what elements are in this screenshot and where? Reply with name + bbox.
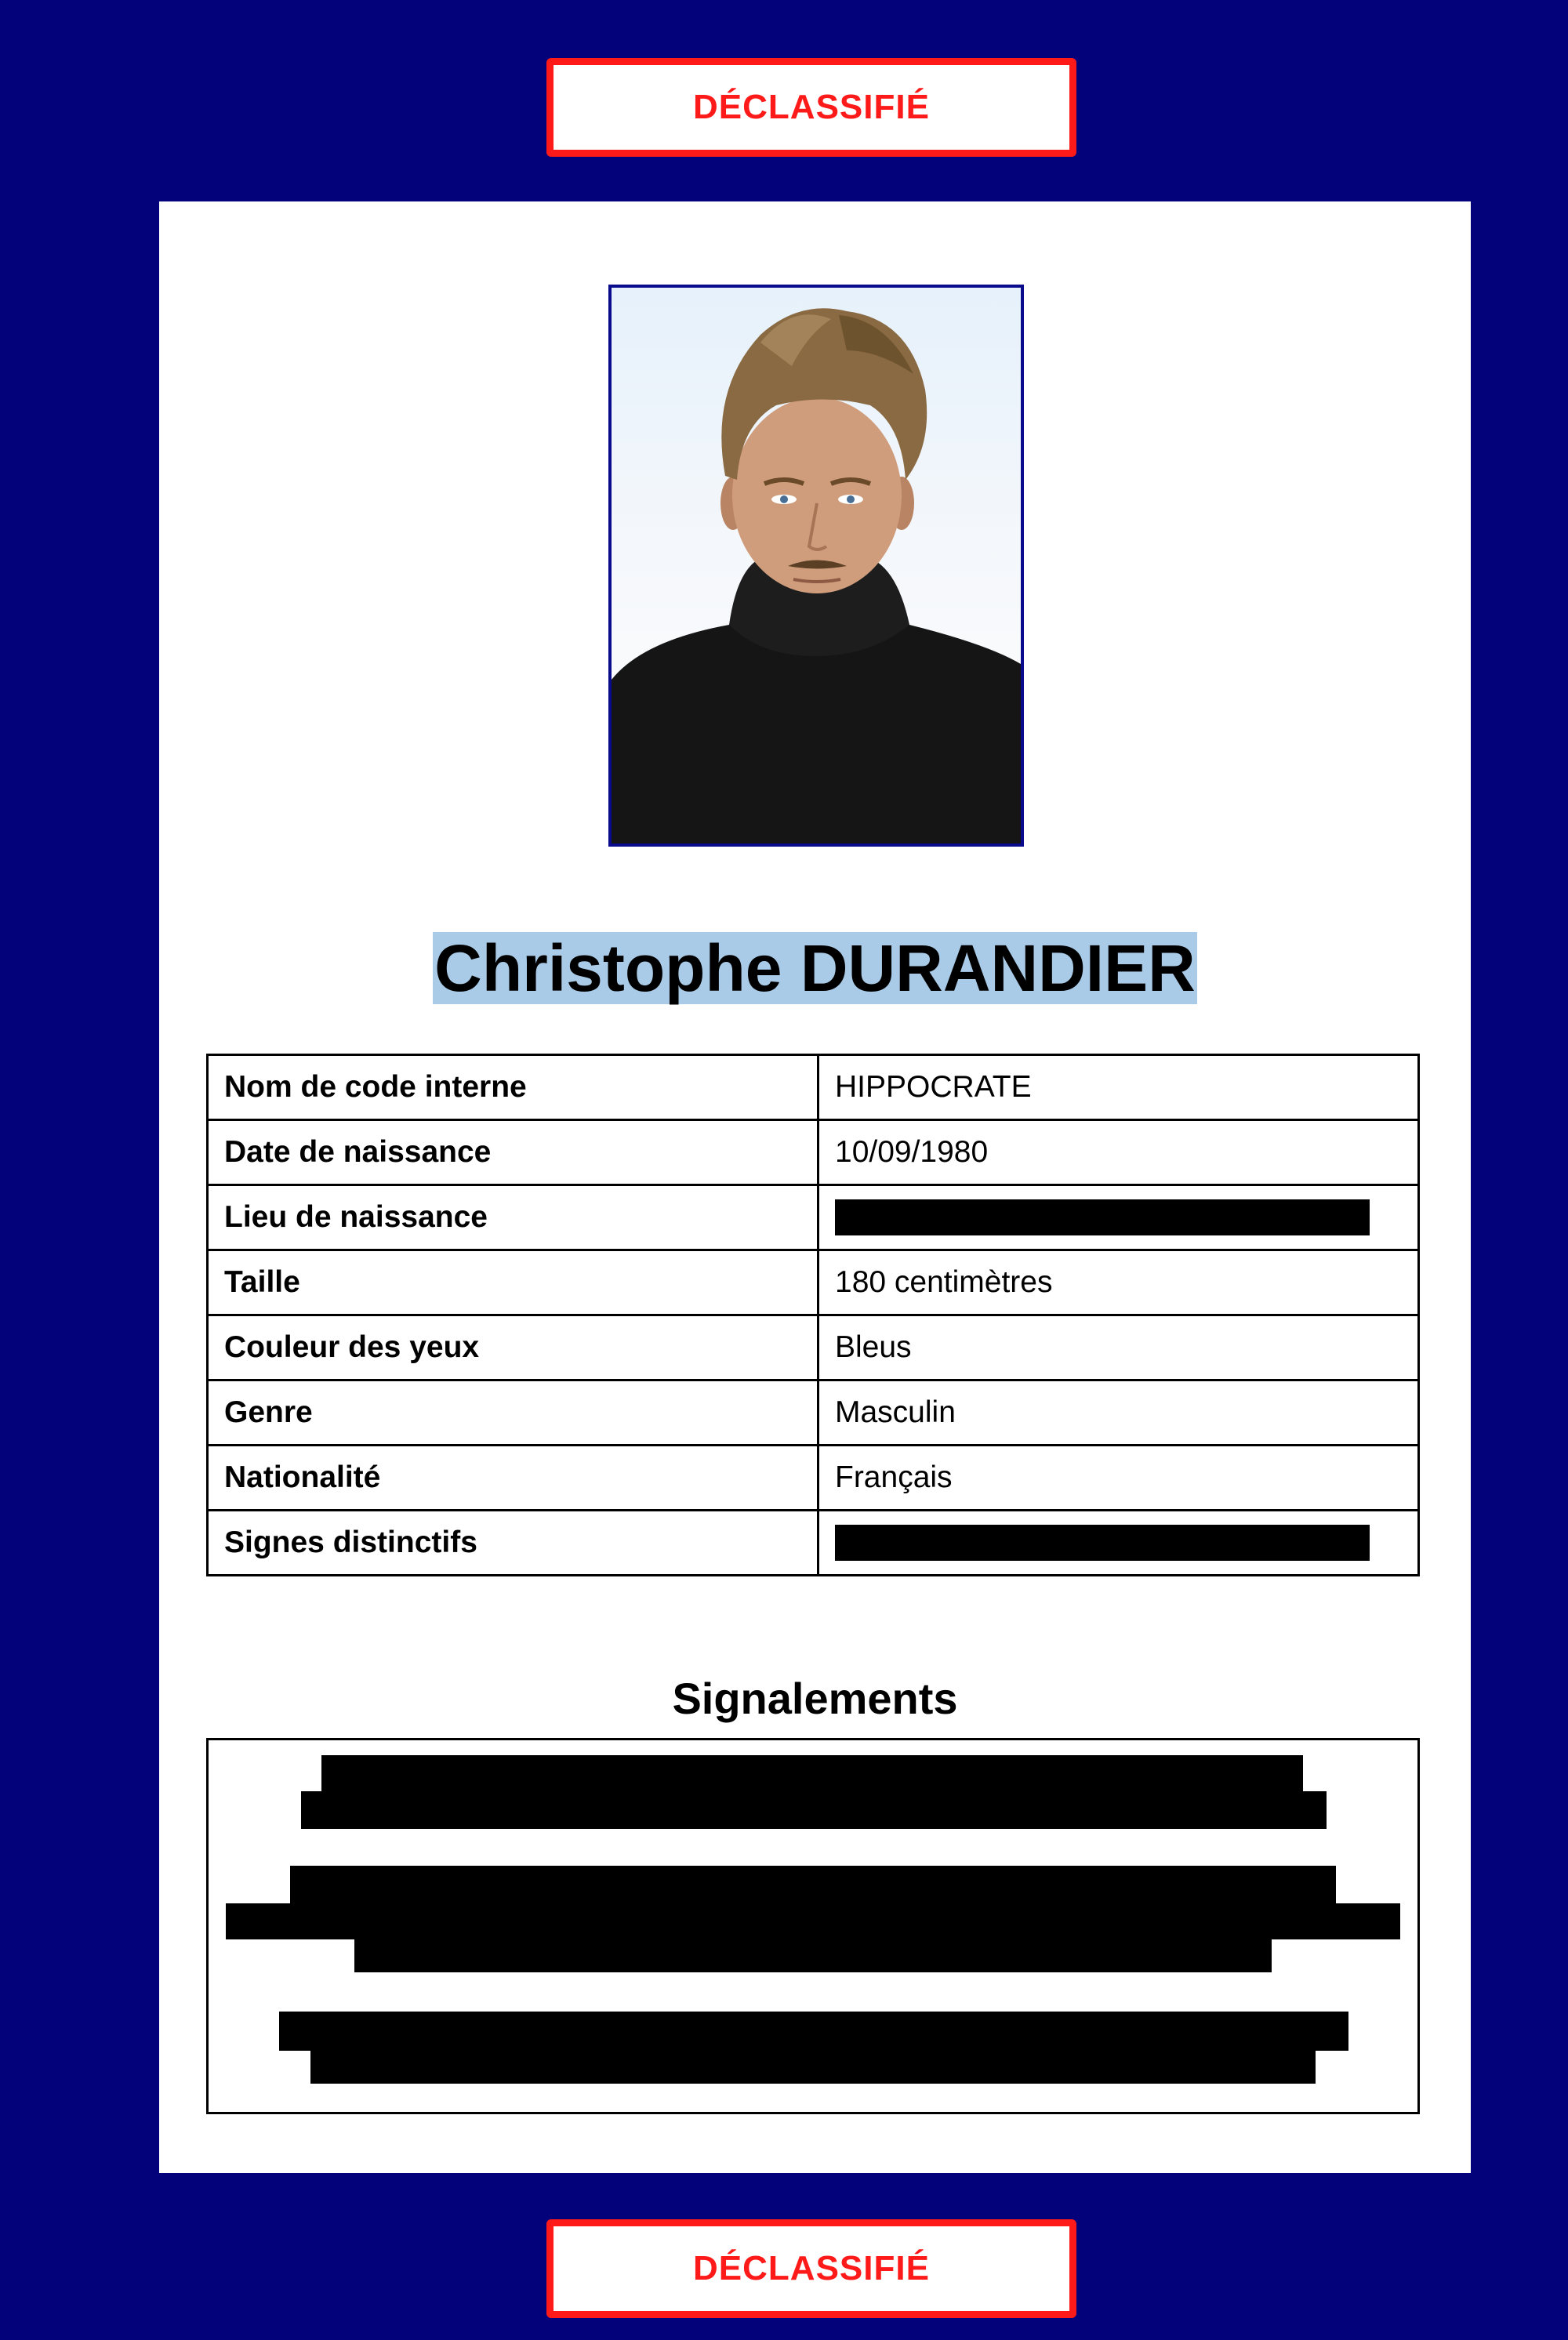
field-label: Signes distinctifs <box>206 1509 819 1576</box>
field-label: Date de naissance <box>206 1119 819 1186</box>
table-row: Nom de code interne HIPPOCRATE <box>206 1054 1420 1121</box>
redaction-block <box>226 1903 1400 1939</box>
field-label: Nationalité <box>206 1444 819 1511</box>
identity-table: Nom de code interne HIPPOCRATE Date de n… <box>206 1054 1420 1576</box>
person-name-text: Christophe DURANDIER <box>433 931 1197 1005</box>
table-row: Genre Masculin <box>206 1379 1420 1446</box>
declassified-stamp-bottom: DÉCLASSIFIÉ <box>546 2219 1076 2318</box>
portrait-photo <box>608 285 1024 847</box>
table-row: Date de naissance 10/09/1980 <box>206 1119 1420 1186</box>
field-value: Masculin <box>817 1379 1420 1446</box>
field-value: Bleus <box>817 1314 1420 1381</box>
field-label: Lieu de naissance <box>206 1184 819 1251</box>
declassified-stamp-top: DÉCLASSIFIÉ <box>546 58 1076 157</box>
field-label: Taille <box>206 1249 819 1316</box>
portrait-illustration <box>612 308 1021 843</box>
field-value: 180 centimètres <box>817 1249 1420 1316</box>
redaction-block <box>310 2048 1316 2084</box>
table-row: Couleur des yeux Bleus <box>206 1314 1420 1381</box>
field-value: HIPPOCRATE <box>817 1054 1420 1121</box>
signalements-title: Signalements <box>672 1674 958 1723</box>
field-value-redacted <box>817 1184 1420 1251</box>
redaction-block <box>301 1791 1327 1829</box>
person-name: Christophe DURANDIER <box>159 932 1471 1004</box>
redaction-block <box>354 1936 1272 1972</box>
table-row: Lieu de naissance <box>206 1184 1420 1251</box>
field-label: Genre <box>206 1379 819 1446</box>
field-value: Français <box>817 1444 1420 1511</box>
redaction-bar <box>835 1199 1370 1235</box>
field-value-redacted <box>817 1509 1420 1576</box>
field-label: Nom de code interne <box>206 1054 819 1121</box>
field-value: 10/09/1980 <box>817 1119 1420 1186</box>
table-row: Taille 180 centimètres <box>206 1249 1420 1316</box>
dossier-card: Christophe DURANDIER Nom de code interne… <box>159 201 1471 2173</box>
signalements-box <box>206 1738 1420 2114</box>
redaction-block <box>321 1755 1303 1794</box>
redaction-block <box>279 2012 1348 2051</box>
redaction-block <box>290 1866 1336 1906</box>
table-row: Nationalité Français <box>206 1444 1420 1511</box>
table-row: Signes distinctifs <box>206 1509 1420 1576</box>
field-label: Couleur des yeux <box>206 1314 819 1381</box>
redaction-bar <box>835 1525 1370 1561</box>
